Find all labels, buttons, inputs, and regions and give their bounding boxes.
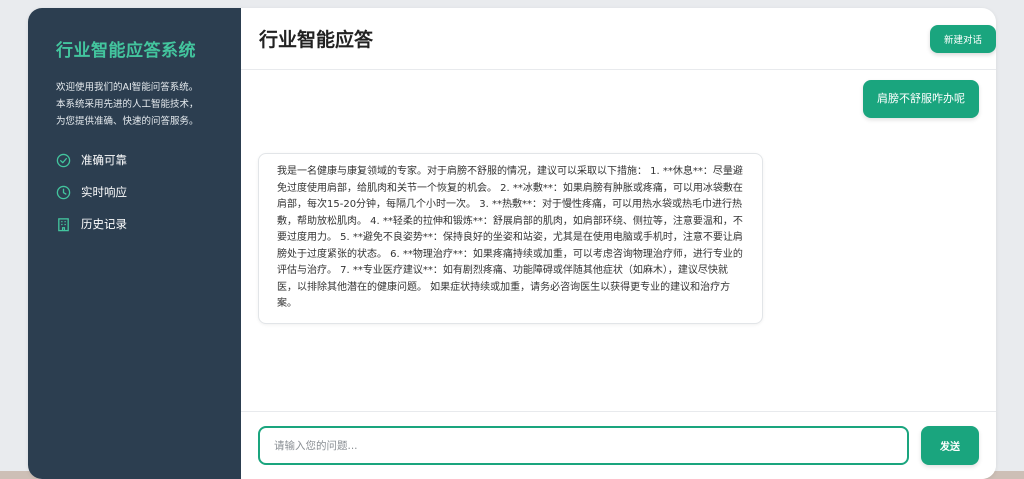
app-window: 行业智能应答系统 欢迎使用我们的AI智能问答系统。 本系统采用先进的人工智能技术… bbox=[28, 8, 996, 479]
page-title: 行业智能应答 bbox=[259, 29, 374, 51]
building-icon bbox=[58, 217, 69, 231]
sidebar-description-line: 欢迎使用我们的AI智能问答系统。 bbox=[56, 82, 199, 93]
feature-label: 历史记录 bbox=[81, 217, 127, 231]
feature-item-realtime: 实时响应 bbox=[56, 184, 221, 200]
sidebar-description-line: 为您提供准确、快速的问答服务。 bbox=[56, 116, 199, 127]
chat-messages[interactable]: 肩膀不舒服咋办呢 我是一名健康与康复领域的专家。对于肩膀不舒服的情况，建议可以采… bbox=[241, 70, 996, 411]
send-button[interactable]: 发送 bbox=[921, 426, 979, 465]
sidebar-title: 行业智能应答系统 bbox=[56, 41, 196, 61]
feature-item-accurate: 准确可靠 bbox=[56, 152, 221, 168]
new-chat-button[interactable]: 新建对话 bbox=[930, 24, 996, 53]
feature-label: 实时响应 bbox=[81, 185, 127, 199]
main-panel: 行业智能应答 新建对话 肩膀不舒服咋办呢 我是一名健康与康复领域的专家。对于肩膀… bbox=[241, 8, 996, 479]
question-input[interactable] bbox=[258, 426, 909, 465]
user-message-bubble: 肩膀不舒服咋办呢 bbox=[863, 80, 979, 118]
sidebar-description-line: 本系统采用先进的人工智能技术， bbox=[56, 99, 199, 110]
input-bar: 发送 bbox=[241, 411, 996, 479]
check-circle-icon bbox=[56, 153, 71, 167]
feature-label: 准确可靠 bbox=[81, 153, 127, 167]
sidebar-description: 欢迎使用我们的AI智能问答系统。 本系统采用先进的人工智能技术， 为您提供准确、… bbox=[56, 79, 221, 130]
clock-icon bbox=[56, 185, 71, 199]
feature-item-history: 历史记录 bbox=[56, 216, 221, 232]
sidebar: 行业智能应答系统 欢迎使用我们的AI智能问答系统。 本系统采用先进的人工智能技术… bbox=[28, 8, 241, 479]
bot-message-bubble: 我是一名健康与康复领域的专家。对于肩膀不舒服的情况，建议可以采取以下措施： 1.… bbox=[258, 153, 763, 324]
chat-header: 行业智能应答 新建对话 bbox=[241, 8, 996, 70]
